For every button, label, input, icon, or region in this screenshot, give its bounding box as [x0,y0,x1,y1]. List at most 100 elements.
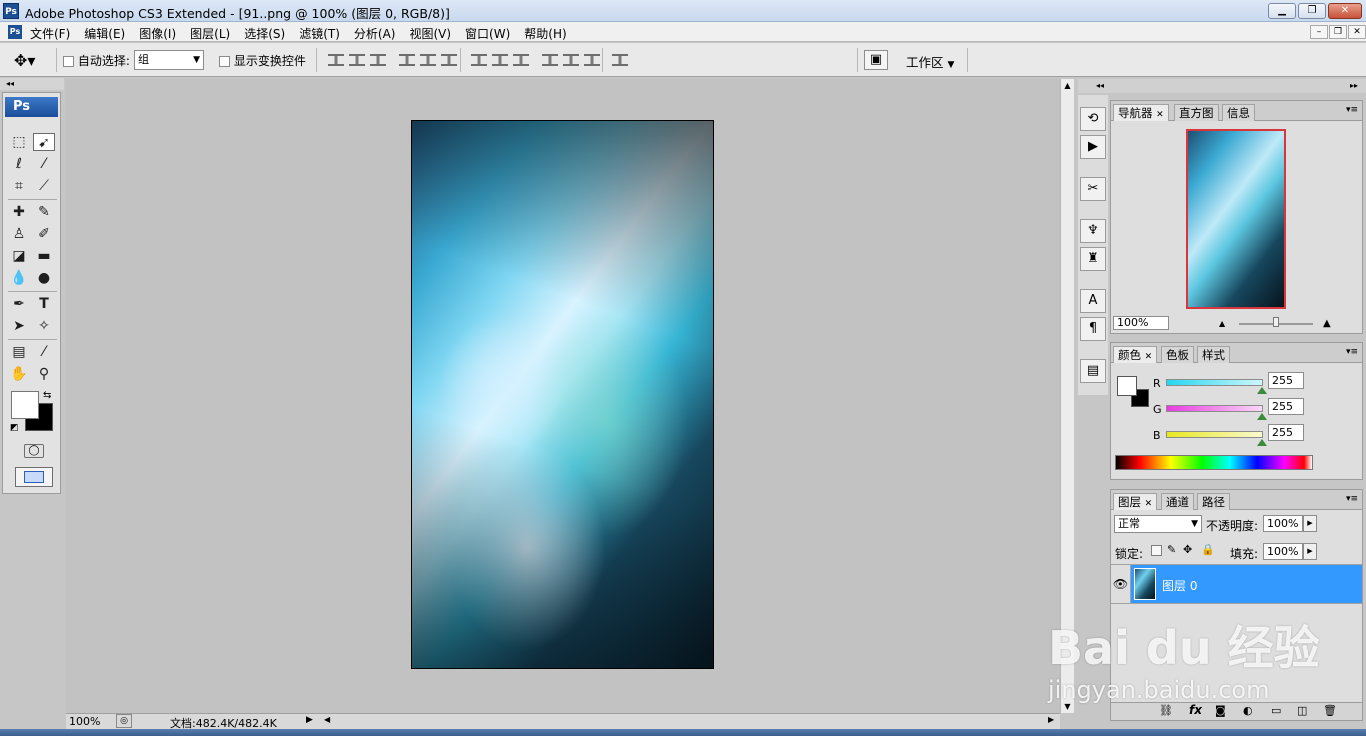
blue-value-field[interactable]: 255 [1268,424,1304,441]
green-slider[interactable] [1166,405,1263,412]
status-menu-icon[interactable]: ◎ [116,714,132,728]
healing-brush-tool-icon[interactable]: ✚ [8,203,30,221]
distribute-hcenter-icon[interactable] [563,54,579,66]
distribute-top-icon[interactable] [471,54,487,66]
tab-paths[interactable]: 路径 [1197,493,1230,510]
quick-mask-icon[interactable]: ◯ [24,444,44,458]
doc-close-button[interactable]: ✕ [1348,25,1366,39]
character-panel-icon[interactable]: A [1080,289,1106,313]
tab-info[interactable]: 信息 [1222,104,1255,121]
move-tool-preset-icon[interactable]: ✥▾ [14,51,35,70]
navigator-thumbnail[interactable] [1186,129,1286,309]
new-layer-icon[interactable]: ◫ [1297,704,1307,717]
distribute-right-icon[interactable] [584,54,600,66]
collapse-dock-icon[interactable]: ◂◂ [1096,81,1104,90]
blue-slider[interactable] [1166,431,1263,438]
opacity-field[interactable]: 100% [1263,515,1303,532]
lasso-tool-icon[interactable]: ℓ [8,155,30,173]
document-ps-icon[interactable]: Ps [8,25,22,39]
layer-comps-icon[interactable]: ▤ [1080,359,1106,383]
toolbox-collapse-strip[interactable]: ◂◂ [0,78,64,90]
lock-transparent-icon[interactable] [1151,545,1162,556]
align-right-icon[interactable] [441,54,457,66]
status-arrow-icon[interactable]: ▶ [306,715,313,725]
distribute-bottom-icon[interactable] [513,54,529,66]
color-spectrum-bar[interactable] [1115,455,1313,470]
expand-dock-icon[interactable]: ▸▸ [1350,79,1358,93]
menu-analysis[interactable]: 分析(A) [354,25,396,42]
type-tool-icon[interactable]: T [33,295,55,313]
menu-window[interactable]: 窗口(W) [465,25,510,42]
layer-name[interactable]: 图层 0 [1162,577,1197,594]
zoom-in-icon[interactable]: ▲ [1323,318,1331,329]
align-top-icon[interactable] [328,54,344,66]
red-value-field[interactable]: 255 [1268,372,1304,389]
doc-minimize-button[interactable]: – [1310,25,1328,39]
auto-select-dropdown[interactable]: 组 ▼ [134,50,204,70]
tab-styles[interactable]: 样式 [1197,346,1230,363]
auto-select-checkbox[interactable] [63,56,74,67]
menu-layer[interactable]: 图层(L) [190,25,230,42]
hand-tool-icon[interactable]: ✋ [8,365,30,383]
red-slider[interactable] [1166,379,1263,386]
move-tool-icon[interactable]: ➹ [33,133,55,151]
panel-menu-icon[interactable]: ▾≡ [1346,494,1358,504]
close-icon[interactable]: ✕ [1156,110,1164,120]
actions-panel-icon[interactable]: ▶ [1080,135,1106,159]
new-group-icon[interactable]: ▭ [1271,704,1281,717]
tab-navigator[interactable]: 导航器 ✕ [1113,104,1169,121]
layer-row-selected[interactable]: 👁 图层 0 [1111,564,1362,604]
menu-view[interactable]: 视图(V) [409,25,451,42]
clone-source-icon[interactable]: ♜ [1080,247,1106,271]
default-colors-icon[interactable]: ◩ [10,423,19,433]
menu-edit[interactable]: 编辑(E) [84,25,125,42]
marquee-tool-icon[interactable]: ⬚ [8,133,30,151]
tool-presets-icon[interactable]: ✂ [1080,177,1106,201]
panel-dock-header[interactable]: ◂◂ ▸▸ [1078,79,1366,93]
brushes-panel-icon[interactable]: ♆ [1080,219,1106,243]
green-value-field[interactable]: 255 [1268,398,1304,415]
blue-slider-handle[interactable] [1257,439,1267,446]
dodge-tool-icon[interactable]: ● [33,269,55,287]
zoom-out-icon[interactable]: ▲ [1219,319,1225,328]
close-icon[interactable]: ✕ [1145,499,1153,509]
magic-wand-tool-icon[interactable]: ⁄ [33,155,55,173]
opacity-arrow-icon[interactable]: ▶ [1303,515,1317,532]
menu-image[interactable]: 图像(I) [139,25,176,42]
tab-layers[interactable]: 图层 ✕ [1113,493,1158,510]
ocean-wave-image[interactable] [411,120,714,669]
tab-histogram[interactable]: 直方图 [1174,104,1219,121]
eyedropper-tool-icon[interactable]: ⁄ [33,343,55,361]
red-slider-handle[interactable] [1257,387,1267,394]
lock-pixels-icon[interactable]: ✎ [1167,543,1176,556]
align-hcenter-icon[interactable] [420,54,436,66]
lock-position-icon[interactable]: ✥ [1183,543,1192,556]
delete-layer-icon[interactable]: 🗑 [1323,704,1337,717]
menu-file[interactable]: 文件(F) [30,25,70,42]
align-vcenter-icon[interactable] [349,54,365,66]
eye-visibility-icon[interactable]: 👁 [1111,565,1131,603]
green-slider-handle[interactable] [1257,413,1267,420]
color-fg-swatch[interactable] [1117,376,1137,396]
scroll-right-icon[interactable]: ▶ [1048,715,1054,724]
history-panel-icon[interactable]: ⟲ [1080,107,1106,131]
panel-menu-icon[interactable]: ▾≡ [1346,347,1358,357]
path-selection-tool-icon[interactable]: ➤ [8,317,30,335]
paragraph-panel-icon[interactable]: ¶ [1080,317,1106,341]
blur-tool-icon[interactable]: 💧 [8,269,30,287]
history-brush-tool-icon[interactable]: ✐ [33,225,55,243]
blend-mode-dropdown[interactable]: 正常 ▼ [1114,515,1202,533]
show-transform-checkbox[interactable] [219,56,230,67]
scroll-up-icon[interactable]: ▲ [1061,79,1074,90]
swap-colors-icon[interactable]: ⇆ [43,390,51,401]
adjustment-layer-icon[interactable]: ◐ [1243,704,1253,717]
panel-menu-icon[interactable]: ▾≡ [1346,105,1358,115]
screen-mode-button[interactable] [15,467,53,487]
menu-select[interactable]: 选择(S) [244,25,285,42]
menu-filter[interactable]: 滤镜(T) [299,25,340,42]
menu-help[interactable]: 帮助(H) [524,25,566,42]
auto-align-icon[interactable] [612,54,628,66]
navigator-zoom-field[interactable]: 100% [1113,316,1169,330]
gradient-tool-icon[interactable]: ▬ [33,247,55,265]
notes-tool-icon[interactable]: ▤ [8,343,30,361]
